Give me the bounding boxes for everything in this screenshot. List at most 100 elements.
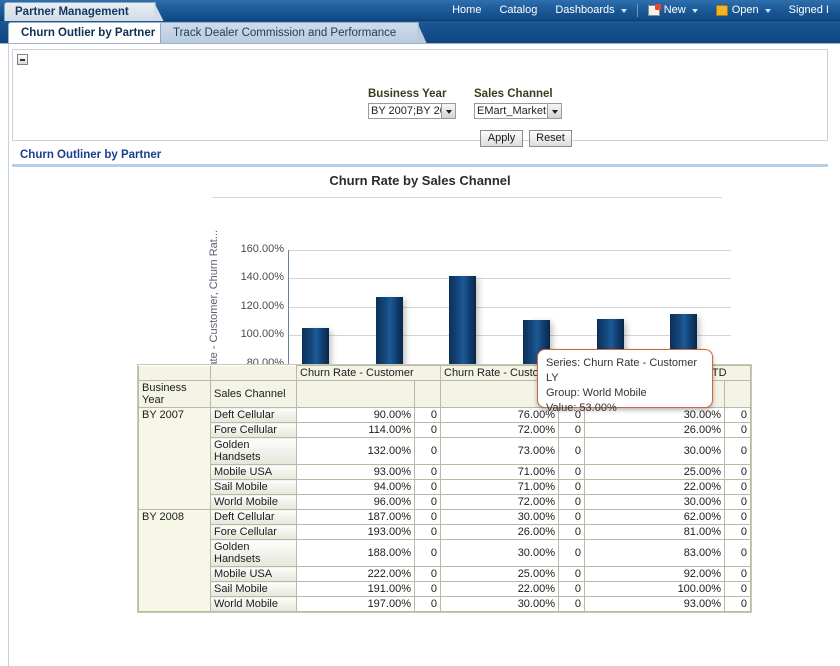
- cell-measure-flag: 0: [415, 423, 441, 438]
- nav-item-dashboards[interactable]: Dashboards: [546, 0, 635, 21]
- y-axis-tick: 160.00%: [218, 243, 284, 255]
- cell-measure-flag: 0: [415, 597, 441, 612]
- apply-button[interactable]: Apply: [480, 130, 523, 147]
- cell-measure-flag: 0: [725, 597, 751, 612]
- filter-panel: Business Year BY 2007;BY 20( Sales Chann…: [12, 49, 828, 141]
- chevron-down-icon: [692, 9, 698, 13]
- cell-measure-value: 30.00%: [441, 540, 559, 567]
- bar-deft-cellular-s0[interactable]: [302, 328, 329, 366]
- table-row: Sail Mobile191.00%022.00%0100.00%0: [139, 582, 751, 597]
- cell-measure-flag: 0: [415, 495, 441, 510]
- header-blank-1: [415, 381, 441, 408]
- cell-measure-flag: 0: [725, 465, 751, 480]
- cell-measure-flag: 0: [415, 480, 441, 495]
- cell-measure-value: 76.00%: [441, 408, 559, 423]
- header-blank-5: [725, 381, 751, 408]
- table-row: Fore Cellular193.00%026.00%081.00%0: [139, 525, 751, 540]
- business-year-value: BY 2007;BY 20(: [369, 104, 441, 118]
- column-header-dim-0[interactable]: Business Year: [139, 381, 211, 408]
- bar-golden-handsets-s0[interactable]: [449, 276, 476, 366]
- cell-measure-flag: 0: [415, 510, 441, 525]
- table-row: Fore Cellular114.00%072.00%026.00%0: [139, 423, 751, 438]
- cell-measure-flag: 0: [559, 582, 585, 597]
- nav-item-signed-i[interactable]: Signed I: [780, 0, 838, 21]
- grid-line: [289, 307, 731, 308]
- grid-line: [289, 335, 731, 336]
- cell-measure-flag: 0: [725, 540, 751, 567]
- cell-measure-flag: 0: [415, 438, 441, 465]
- cell-measure-flag: 0: [725, 480, 751, 495]
- reset-button[interactable]: Reset: [529, 130, 572, 147]
- cell-measure-flag: 0: [415, 567, 441, 582]
- cell-measure-value: 187.00%: [297, 510, 415, 525]
- cell-measure-value: 25.00%: [441, 567, 559, 582]
- nav-item-label: Signed I: [789, 0, 829, 21]
- prompt-button-row: Apply Reset: [480, 130, 572, 147]
- cell-measure-flag: 0: [559, 495, 585, 510]
- cell-measure-flag: 0: [725, 495, 751, 510]
- tab-track-dealer-commission[interactable]: Track Dealer Commission and Performance: [160, 22, 419, 43]
- cell-measure-value: 93.00%: [585, 597, 725, 612]
- cell-measure-flag: 0: [725, 423, 751, 438]
- column-header-measure-0[interactable]: Churn Rate - Customer: [297, 366, 441, 381]
- collapse-minus-icon[interactable]: [17, 54, 28, 65]
- app-tab-partner-management[interactable]: Partner Management: [4, 2, 156, 21]
- churn-rate-chart: Churn Rate by Sales Channel Churn Rate -…: [12, 170, 828, 355]
- sales-channel-prompt: Sales Channel EMart_Market;C: [474, 88, 562, 119]
- cell-business-year[interactable]: BY 2007: [139, 408, 211, 510]
- dashboard-tab-strip: Churn Outlier by Partner Track Dealer Co…: [0, 21, 840, 43]
- chevron-down-icon: [765, 9, 771, 13]
- cell-measure-flag: 0: [559, 567, 585, 582]
- grid-line: [289, 250, 731, 251]
- cell-measure-flag: 0: [559, 525, 585, 540]
- cell-measure-value: 26.00%: [585, 423, 725, 438]
- cell-measure-value: 188.00%: [297, 540, 415, 567]
- cell-measure-flag: 0: [415, 408, 441, 423]
- business-year-dropdown[interactable]: BY 2007;BY 20(: [368, 103, 456, 119]
- cell-measure-value: 71.00%: [441, 480, 559, 495]
- cell-measure-value: 193.00%: [297, 525, 415, 540]
- tab-churn-outlier-by-partner[interactable]: Churn Outlier by Partner: [8, 22, 178, 43]
- cell-business-year[interactable]: BY 2008: [139, 510, 211, 612]
- table-row: Golden Handsets132.00%073.00%030.00%0: [139, 438, 751, 465]
- chart-title-divider: [212, 197, 722, 198]
- tooltip-group: Group: World Mobile: [546, 386, 712, 401]
- nav-item-open[interactable]: Open: [707, 0, 780, 21]
- cell-measure-flag: 0: [559, 510, 585, 525]
- header-blank-channel: [211, 366, 297, 381]
- cell-measure-flag: 0: [559, 597, 585, 612]
- cell-measure-value: 93.00%: [297, 465, 415, 480]
- nav-item-new[interactable]: New: [639, 0, 707, 21]
- sales-channel-dropdown[interactable]: EMart_Market;C: [474, 103, 562, 119]
- tab-label: Track Dealer Commission and Performance: [173, 27, 396, 39]
- table-row: World Mobile197.00%030.00%093.00%0: [139, 597, 751, 612]
- bar-fore-cellular-s0[interactable]: [376, 297, 403, 366]
- tooltip-series: Series: Churn Rate - Customer LY: [546, 356, 712, 386]
- nav-item-home[interactable]: Home: [443, 0, 490, 21]
- cell-measure-value: 92.00%: [585, 567, 725, 582]
- cell-sales-channel: Mobile USA: [211, 567, 297, 582]
- nav-item-catalog[interactable]: Catalog: [490, 0, 546, 21]
- bar-body: [302, 328, 329, 366]
- cell-measure-flag: 0: [725, 582, 751, 597]
- bar-body: [376, 297, 403, 366]
- cell-measure-flag: 0: [559, 465, 585, 480]
- table-row: BY 2008Deft Cellular187.00%030.00%062.00…: [139, 510, 751, 525]
- cell-sales-channel: World Mobile: [211, 597, 297, 612]
- cell-measure-value: 22.00%: [441, 582, 559, 597]
- tooltip-value: Value: 53.00%: [546, 401, 712, 416]
- cell-measure-flag: 0: [559, 438, 585, 465]
- tab-label: Churn Outlier by Partner: [21, 27, 155, 39]
- cell-measure-value: 30.00%: [441, 510, 559, 525]
- business-year-prompt: Business Year BY 2007;BY 20(: [368, 88, 456, 119]
- column-header-dim-1[interactable]: Sales Channel: [211, 381, 297, 408]
- chevron-down-icon[interactable]: [441, 104, 455, 118]
- cell-sales-channel: Deft Cellular: [211, 408, 297, 423]
- cell-measure-value: 90.00%: [297, 408, 415, 423]
- y-axis-tick: 140.00%: [218, 271, 284, 283]
- cell-measure-flag: 0: [415, 540, 441, 567]
- header-blank-year: [139, 366, 211, 381]
- top-nav-items: HomeCatalogDashboards New Open Signed I: [443, 0, 840, 21]
- chevron-down-icon[interactable]: [547, 104, 561, 118]
- nav-item-label: New: [664, 0, 686, 21]
